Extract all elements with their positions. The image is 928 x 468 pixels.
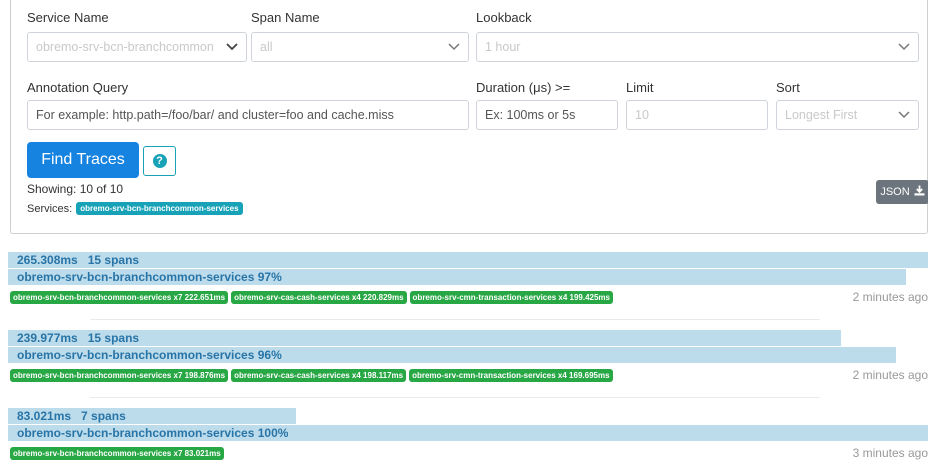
trace-divider (90, 397, 820, 398)
service-chip: obremo-srv-cmn-transaction-services x4 1… (409, 369, 613, 382)
duration-label: Duration (μs) >= (476, 80, 571, 95)
service-chip: obremo-srv-cas-cash-services x4 198.117m… (231, 369, 407, 382)
question-circle-icon: ? (152, 154, 167, 168)
trace-duration-bar (8, 252, 928, 268)
service-chip: obremo-srv-bcn-branchcommon-services x7 … (10, 447, 224, 460)
service-chip: obremo-srv-bcn-branchcommon-services x7 … (10, 291, 229, 304)
trace-service-chips: obremo-srv-bcn-branchcommon-services x7 … (10, 369, 613, 382)
trace-row[interactable]: 83.021ms 7 spans obremo-srv-bcn-branchcomm… (8, 408, 928, 468)
service-chip: obremo-srv-cmn-transaction-services x4 1… (409, 291, 613, 304)
limit-value: 10 (635, 108, 649, 122)
chevron-down-icon (226, 43, 238, 51)
trace-span-count: 15 spans (87, 253, 140, 267)
trace-timestamp: 3 minutes ago (852, 446, 928, 460)
lookback-label: Lookback (476, 10, 532, 25)
trace-span-count: 15 spans (87, 331, 140, 345)
service-chip: obremo-srv-bcn-branchcommon-services x7 … (10, 369, 229, 382)
trace-duration: 265.308ms (17, 253, 78, 267)
trace-row[interactable]: 265.308ms 15 spans obremo-srv-bcn-branchco… (8, 252, 928, 312)
span-name-label: Span Name (251, 10, 320, 25)
trace-duration-label: 83.021ms 7 spans (17, 409, 126, 423)
limit-label: Limit (626, 80, 654, 95)
service-name-value: obremo-srv-bcn-branchcommon (36, 40, 214, 54)
limit-input[interactable]: 10 (626, 100, 768, 130)
service-chip: obremo-srv-cas-cash-services x4 220.829m… (231, 291, 407, 304)
trace-row[interactable]: 239.977ms 15 spans obremo-srv-bcn-branchco… (8, 330, 928, 390)
services-summary: Services: obremo-srv-bcn-branchcommon-se… (27, 202, 243, 215)
trace-root-service: obremo-srv-bcn-branchcommon-services 96% (17, 348, 282, 362)
json-button-label: JSON (880, 186, 910, 198)
annotation-query-label: Annotation Query (27, 80, 129, 95)
lookback-select[interactable]: 1 hour (476, 32, 919, 62)
help-button[interactable]: ? (143, 146, 176, 176)
chevron-down-icon (898, 111, 910, 119)
trace-duration-label: 265.308ms 15 spans (17, 253, 139, 267)
services-label: Services: (27, 202, 73, 215)
trace-duration: 83.021ms (17, 409, 72, 423)
trace-duration-label: 239.977ms 15 spans (17, 331, 139, 345)
trace-service-chips: obremo-srv-bcn-branchcommon-services x7 … (10, 447, 224, 460)
service-badge: obremo-srv-bcn-branchcommon-services (76, 202, 243, 215)
trace-root-service: obremo-srv-bcn-branchcommon-services 100… (17, 426, 289, 440)
trace-divider (90, 319, 820, 320)
span-name-select[interactable]: all (251, 32, 469, 62)
trace-span-count: 7 spans (81, 409, 126, 423)
find-traces-button[interactable]: Find Traces (27, 142, 139, 178)
service-name-label: Service Name (27, 10, 109, 25)
showing-count: Showing: 10 of 10 (27, 182, 124, 196)
search-panel: Service Name Span Name Lookback obremo-s… (10, 0, 928, 234)
sort-value: Longest First (785, 108, 858, 122)
trace-duration: 239.977ms (17, 331, 78, 345)
annotation-query-input[interactable]: For example: http.path=/foo/bar/ and clu… (27, 100, 469, 130)
sort-select[interactable]: Longest First (776, 100, 919, 130)
service-name-select[interactable]: obremo-srv-bcn-branchcommon (27, 32, 247, 62)
json-button[interactable]: JSON (876, 180, 928, 204)
sort-label: Sort (776, 80, 800, 95)
trace-root-service: obremo-srv-bcn-branchcommon-services 97% (17, 270, 282, 284)
lookback-value: 1 hour (485, 40, 521, 54)
download-icon (914, 185, 925, 199)
trace-timestamp: 2 minutes ago (852, 368, 928, 382)
chevron-down-icon (448, 43, 460, 51)
span-name-value: all (260, 40, 273, 54)
annotation-query-placeholder: For example: http.path=/foo/bar/ and clu… (36, 108, 394, 122)
chevron-down-icon (898, 43, 910, 51)
trace-service-chips: obremo-srv-bcn-branchcommon-services x7 … (10, 291, 613, 304)
trace-timestamp: 2 minutes ago (852, 290, 928, 304)
duration-placeholder: Ex: 100ms or 5s (485, 108, 576, 122)
duration-input[interactable]: Ex: 100ms or 5s (476, 100, 618, 130)
